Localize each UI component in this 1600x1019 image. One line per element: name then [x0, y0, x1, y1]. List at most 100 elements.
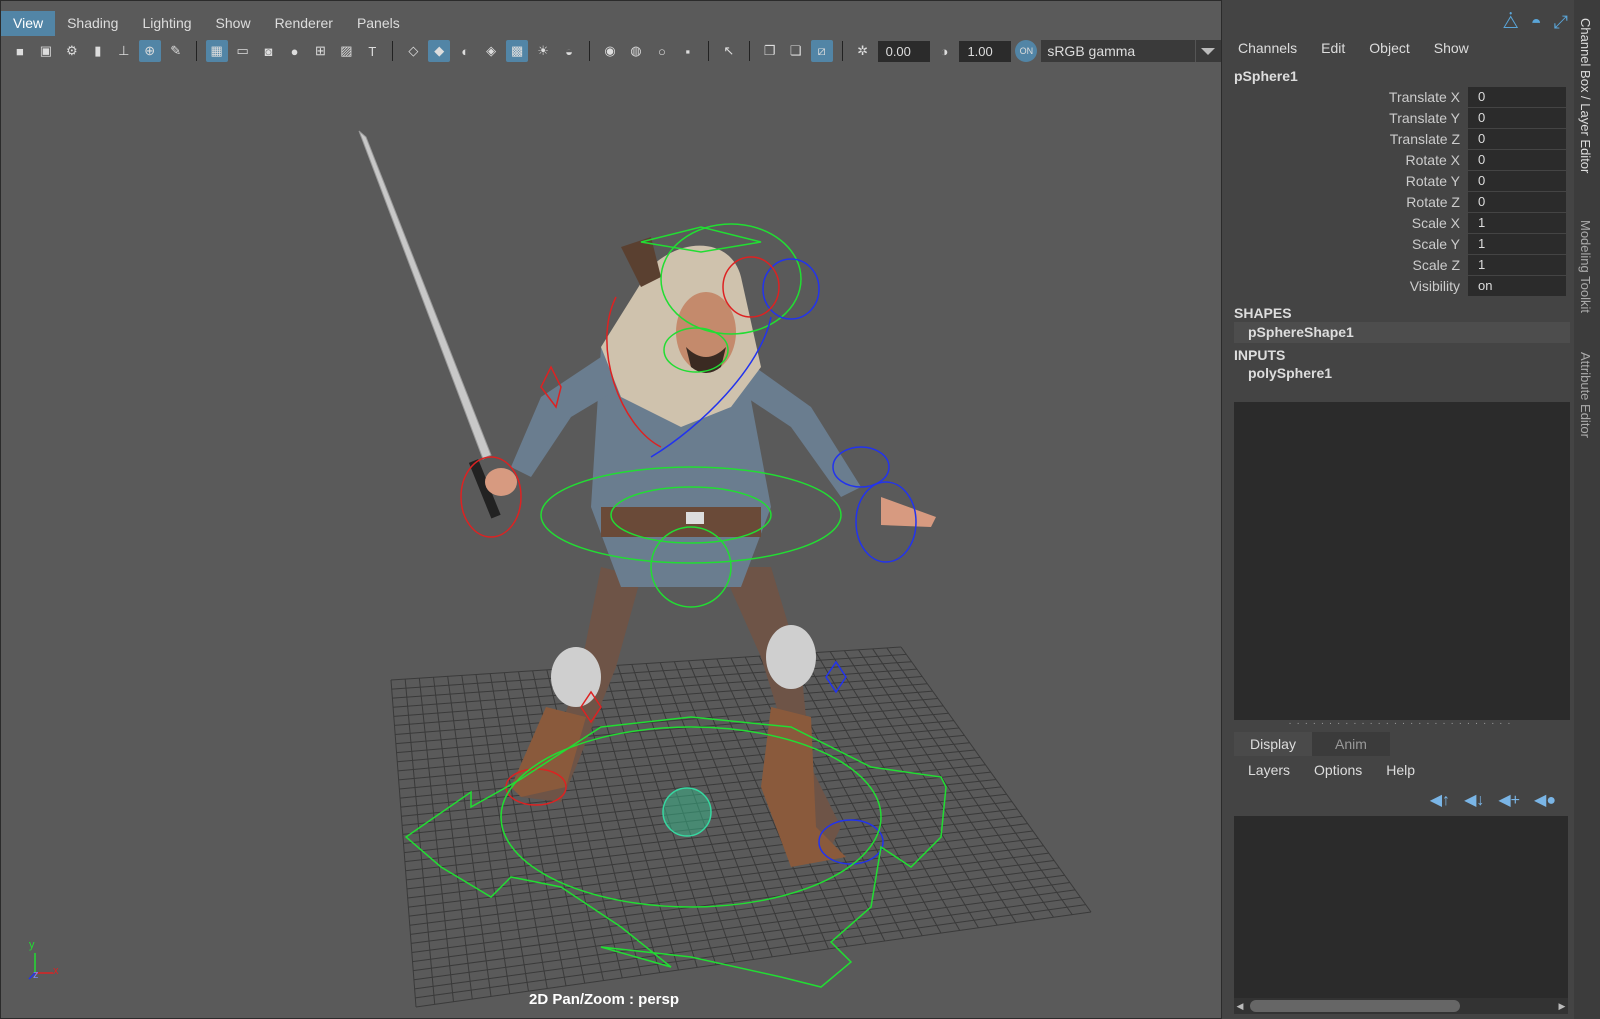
menu-layers[interactable]: Layers — [1248, 762, 1290, 778]
gate-mask-icon[interactable]: ● — [284, 40, 306, 62]
layer-list-scrollbar[interactable]: ◀ ▶ — [1234, 998, 1568, 1014]
camera-attributes-icon[interactable]: ▣ — [35, 40, 57, 62]
menu-options[interactable]: Options — [1314, 762, 1362, 778]
channel-value[interactable]: 0 — [1468, 149, 1566, 170]
color-management-icon[interactable]: ON — [1015, 40, 1038, 62]
camera-icon[interactable]: ■ — [9, 40, 31, 62]
image-plane-icon[interactable]: ⊥ — [113, 40, 135, 62]
chevron-down-icon[interactable] — [1194, 40, 1221, 62]
channel-value[interactable]: 0 — [1468, 170, 1566, 191]
menu-show[interactable]: Show — [204, 11, 263, 36]
viewport-scene[interactable] — [1, 67, 1221, 1018]
menu-renderer[interactable]: Renderer — [263, 11, 345, 36]
channel-value[interactable]: 1 — [1468, 254, 1566, 275]
channel-translate-z[interactable]: Translate Z0 — [1228, 128, 1570, 149]
exposure-icon[interactable]: ✲ — [852, 40, 874, 62]
textured-icon[interactable]: ◈ — [480, 40, 502, 62]
channel-visibility[interactable]: Visibility on — [1228, 275, 1570, 296]
tab-anim[interactable]: Anim — [1312, 732, 1390, 756]
two-d-pan-zoom-icon[interactable]: ⊕ — [138, 40, 161, 62]
menu-show[interactable]: Show — [1434, 40, 1469, 56]
bookmark-icon[interactable]: ▮ — [87, 40, 109, 62]
camera-settings-icon[interactable]: ⚙ — [61, 40, 83, 62]
move-layer-down-icon[interactable]: ◀↓ — [1464, 790, 1484, 810]
wireframe-icon[interactable]: ◇ — [402, 40, 424, 62]
channel-label[interactable]: Rotate Z — [1228, 194, 1468, 210]
channel-scale-y[interactable]: Scale Y1 — [1228, 233, 1570, 254]
channel-value[interactable]: 1 — [1468, 212, 1566, 233]
panel-splitter[interactable]: · · · · · · · · · · · · · · · · · · · · … — [1228, 718, 1572, 729]
tab-display[interactable]: Display — [1234, 732, 1312, 756]
input-item[interactable]: polySphere1 — [1234, 363, 1570, 384]
channel-label[interactable]: Rotate Y — [1228, 173, 1468, 189]
shape-item[interactable]: pSphereShape1 — [1234, 322, 1570, 343]
xray-icon[interactable]: ▩ — [506, 40, 529, 62]
scroll-left-icon[interactable]: ◀ — [1234, 1001, 1246, 1012]
resolution-gate-icon[interactable]: ◙ — [258, 40, 280, 62]
scroll-right-icon[interactable]: ▶ — [1556, 1001, 1568, 1012]
shadows-icon[interactable]: ◒ — [558, 40, 580, 62]
vtab-attribute-editor[interactable]: Attribute Editor — [1578, 352, 1593, 438]
vtab-channel-box[interactable]: Channel Box / Layer Editor — [1578, 18, 1593, 173]
default-material-icon[interactable]: ◐ — [454, 40, 476, 62]
safe-action-icon[interactable]: ▨ — [335, 40, 357, 62]
move-layer-up-icon[interactable]: ◀↑ — [1430, 790, 1450, 810]
motion-blur-icon[interactable]: ◍ — [625, 40, 647, 62]
channel-box-layout-icon[interactable]: ⧊ — [1503, 12, 1519, 33]
channel-scale-x[interactable]: Scale X1 — [1228, 212, 1570, 233]
channel-translate-y[interactable]: Translate Y0 — [1228, 107, 1570, 128]
menu-channels[interactable]: Channels — [1238, 40, 1297, 56]
node-name[interactable]: pSphere1 — [1234, 68, 1298, 84]
grease-pencil-icon[interactable]: ✎ — [165, 40, 187, 62]
menu-view[interactable]: View — [1, 11, 56, 36]
gamma-icon[interactable]: ◑ — [934, 40, 956, 62]
new-layer-icon[interactable]: ◀+ — [1498, 790, 1520, 810]
menu-lighting[interactable]: Lighting — [130, 11, 203, 36]
channel-label[interactable]: Scale X — [1228, 215, 1468, 231]
layer-list[interactable] — [1234, 816, 1568, 998]
channel-label[interactable]: Translate Y — [1228, 110, 1468, 126]
channel-value[interactable]: 1 — [1468, 233, 1566, 254]
isolate-select-icon[interactable]: ↖ — [718, 40, 740, 62]
smooth-shade-icon[interactable]: ◆ — [428, 40, 451, 62]
field-chart-icon[interactable]: ⊞ — [309, 40, 331, 62]
depth-of-field-icon[interactable]: ▪ — [677, 40, 699, 62]
antialiasing-icon[interactable]: ○ — [651, 40, 673, 62]
channel-label[interactable]: Scale Z — [1228, 257, 1468, 273]
backface-icon[interactable]: ⧄ — [810, 40, 833, 62]
film-gate-icon[interactable]: ▭ — [232, 40, 254, 62]
channel-value[interactable]: 0 — [1468, 191, 1566, 212]
ambient-occlusion-icon[interactable]: ◉ — [599, 40, 621, 62]
xray-active-icon[interactable]: ❏ — [785, 40, 807, 62]
menu-help[interactable]: Help — [1386, 762, 1415, 778]
channel-label[interactable]: Translate X — [1228, 89, 1468, 105]
channel-rotate-y[interactable]: Rotate Y0 — [1228, 170, 1570, 191]
lights-icon[interactable]: ☀ — [532, 40, 554, 62]
xray-joints-icon[interactable]: ❐ — [759, 40, 781, 62]
safe-title-icon[interactable]: T — [361, 40, 383, 62]
channel-label[interactable]: Translate Z — [1228, 131, 1468, 147]
channel-value[interactable]: 0 — [1468, 128, 1566, 149]
channel-rotate-z[interactable]: Rotate Z0 — [1228, 191, 1570, 212]
grid-icon[interactable]: ▦ — [205, 40, 228, 62]
menu-object[interactable]: Object — [1369, 40, 1409, 56]
attribute-editor-icon[interactable]: ⤢ — [1554, 12, 1568, 33]
channel-label[interactable]: Scale Y — [1228, 236, 1468, 252]
menu-shading[interactable]: Shading — [55, 11, 130, 36]
menu-edit[interactable]: Edit — [1321, 40, 1345, 56]
tool-settings-icon[interactable]: ◓ — [1531, 12, 1542, 33]
scroll-thumb[interactable] — [1250, 1000, 1460, 1012]
menu-panels[interactable]: Panels — [345, 11, 412, 36]
vtab-modeling-toolkit[interactable]: Modeling Toolkit — [1578, 220, 1593, 313]
channel-value[interactable]: on — [1468, 275, 1566, 296]
channel-translate-x[interactable]: Translate X0 — [1228, 86, 1570, 107]
channel-label[interactable]: Rotate X — [1228, 152, 1468, 168]
channel-scale-z[interactable]: Scale Z1 — [1228, 254, 1570, 275]
gamma-field[interactable]: 1.00 — [959, 40, 1012, 62]
channel-value[interactable]: 0 — [1468, 86, 1566, 107]
channel-label[interactable]: Visibility — [1228, 278, 1468, 294]
channel-rotate-x[interactable]: Rotate X0 — [1228, 149, 1570, 170]
exposure-field[interactable]: 0.00 — [877, 40, 930, 62]
color-space-dropdown[interactable]: sRGB gamma — [1041, 40, 1221, 62]
channel-value[interactable]: 0 — [1468, 107, 1566, 128]
